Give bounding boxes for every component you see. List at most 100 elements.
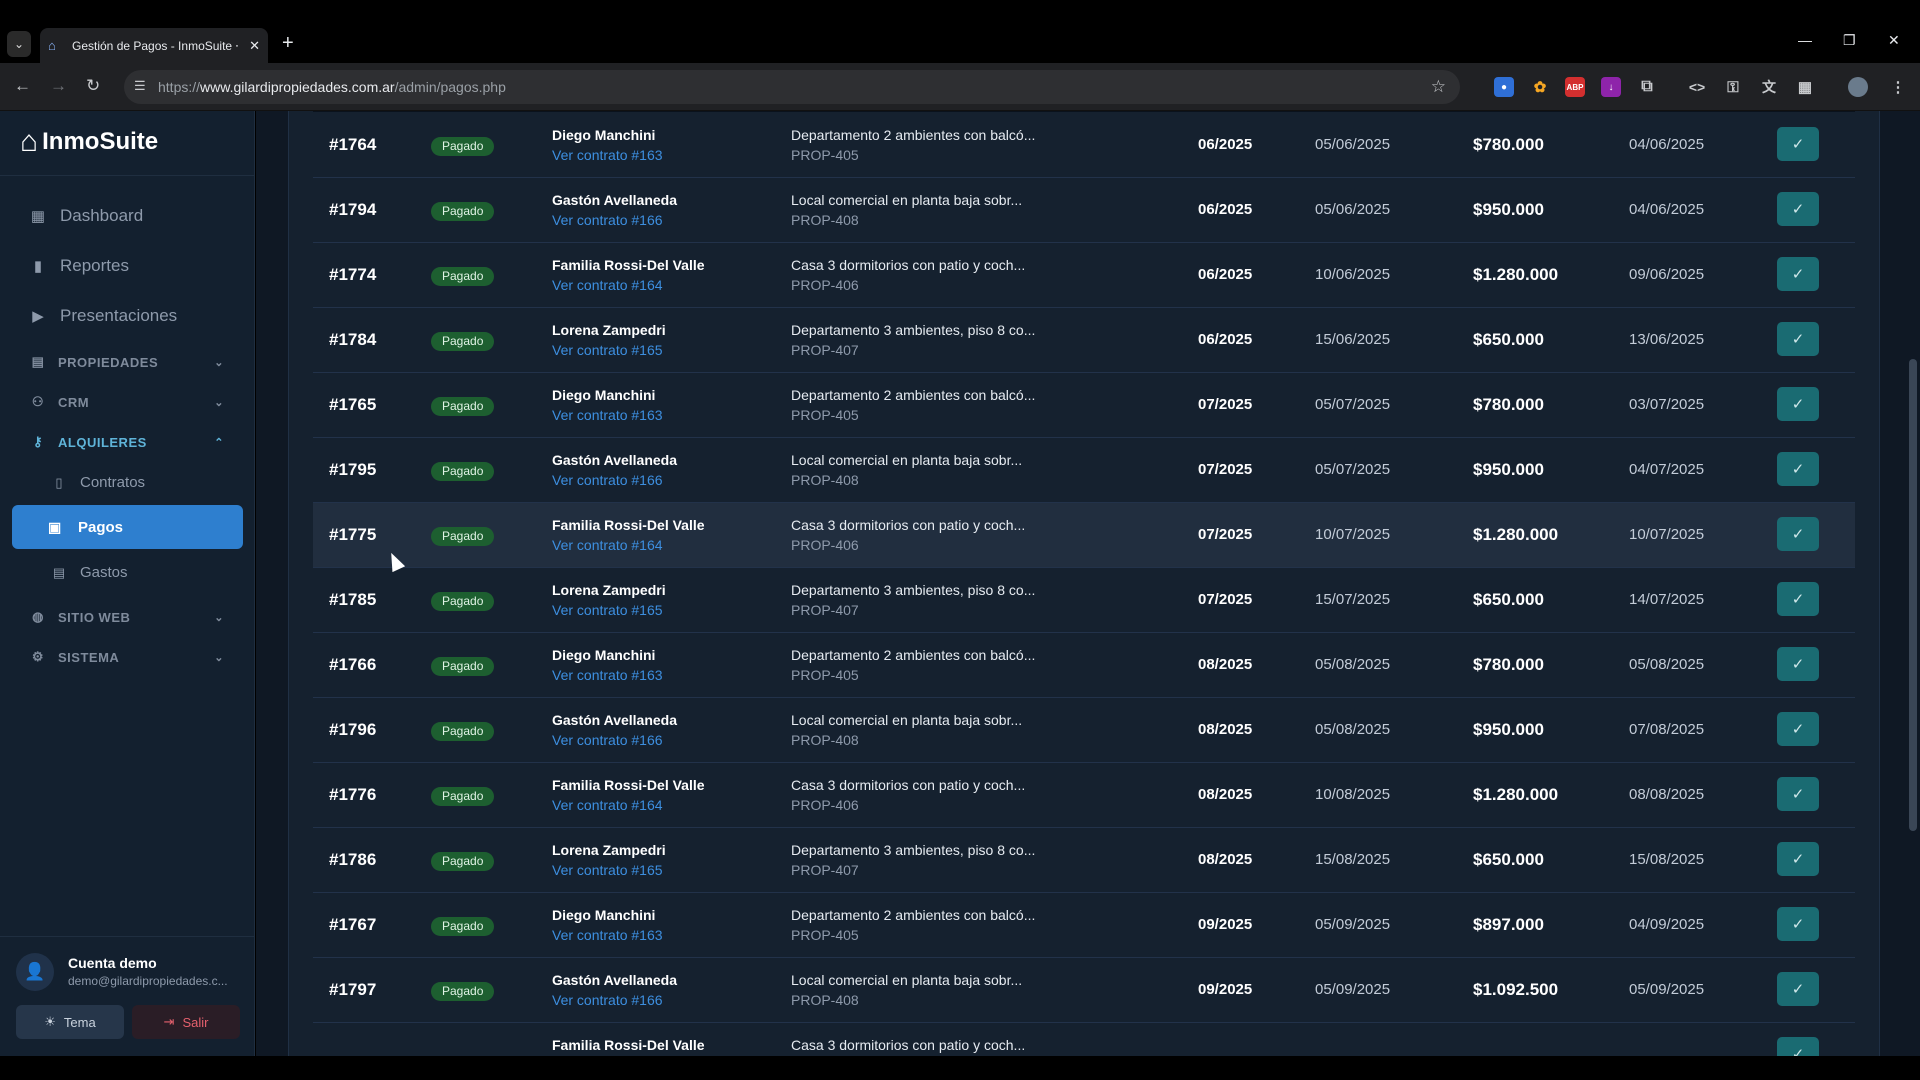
period: 06/2025: [1198, 136, 1253, 153]
due-date: 10/06/2025: [1315, 266, 1391, 283]
contract-link[interactable]: Ver contrato #163: [552, 147, 663, 163]
contract-link[interactable]: Ver contrato #164: [552, 277, 663, 293]
bookmark-star-icon[interactable]: ☆: [1431, 77, 1446, 97]
browser-tab-active[interactable]: ⌂ Gestión de Pagos - InmoSuite ⸱ ✕: [40, 28, 268, 63]
view-receipt-button[interactable]: ✓: [1777, 972, 1819, 1006]
sidebar-item-gastos[interactable]: ▤ Gastos: [50, 564, 128, 581]
table-row[interactable]: #1796 Pagado Gastón Avellaneda Ver contrato…: [313, 698, 1855, 763]
scrollbar-thumb[interactable]: [1909, 359, 1917, 831]
grid-icon: ▦: [30, 208, 46, 225]
property-name: Casa 3 dormitorios con patio y coch...: [791, 517, 1026, 533]
table-row[interactable]: #1786 Pagado Lorena Zampedri Ver contrato #…: [313, 828, 1855, 893]
contract-link[interactable]: Ver contrato #163: [552, 407, 663, 423]
contract-link[interactable]: Ver contrato #163: [552, 667, 663, 683]
back-icon[interactable]: ←: [14, 76, 31, 96]
contract-link[interactable]: Ver contrato #165: [552, 602, 663, 618]
view-receipt-button[interactable]: ✓: [1777, 192, 1819, 226]
minimize-icon[interactable]: —: [1798, 32, 1812, 48]
extensions-puzzle-icon[interactable]: ⧉: [1637, 77, 1657, 97]
table-row[interactable]: Familia Rossi-Del Valle Casa 3 dormitorio…: [313, 1023, 1855, 1056]
table-row[interactable]: #1764 Pagado Diego Manchini Ver contrato #1…: [313, 113, 1855, 178]
status-badge: Pagado: [431, 527, 495, 546]
view-receipt-button[interactable]: ✓: [1777, 842, 1819, 876]
sidebar-item-presentaciones[interactable]: ▶ Presentaciones: [28, 306, 177, 326]
extension-icon-2[interactable]: ✿: [1530, 77, 1550, 97]
contract-link[interactable]: Ver contrato #166: [552, 992, 663, 1008]
password-key-icon[interactable]: ⚿: [1723, 77, 1743, 97]
view-receipt-button[interactable]: ✓: [1777, 257, 1819, 291]
view-receipt-button[interactable]: ✓: [1777, 387, 1819, 421]
logout-button[interactable]: ⇥ Salir: [132, 1005, 240, 1039]
sun-icon: ☀: [44, 1014, 56, 1029]
address-bar[interactable]: ☰ https://www.gilardipropiedades.com.ar/…: [124, 70, 1460, 104]
view-receipt-button[interactable]: ✓: [1777, 517, 1819, 551]
sidebar-group-alquileres[interactable]: ⚷ ALQUILERES ⌃: [28, 434, 224, 450]
close-window-icon[interactable]: ✕: [1888, 32, 1900, 49]
contract-link[interactable]: Ver contrato #164: [552, 797, 663, 813]
reload-icon[interactable]: ↻: [86, 76, 100, 96]
sidebar-group-propiedades[interactable]: ▤ PROPIEDADES ⌄: [28, 354, 224, 370]
view-receipt-button[interactable]: ✓: [1777, 647, 1819, 681]
sidebar-item-contratos[interactable]: ▯ Contratos: [50, 474, 145, 491]
view-receipt-button[interactable]: ✓: [1777, 452, 1819, 486]
view-receipt-button[interactable]: ✓: [1777, 907, 1819, 941]
sidebar-group-crm[interactable]: ⚇ CRM ⌄: [28, 394, 224, 410]
scrollbar[interactable]: [1906, 111, 1920, 1056]
extension-icon-1[interactable]: ●: [1494, 77, 1514, 97]
table-row[interactable]: #1794 Pagado Gastón Avellaneda Ver contrato…: [313, 178, 1855, 243]
sidebar-item-dashboard[interactable]: ▦ Dashboard: [28, 206, 143, 226]
view-receipt-button[interactable]: ✓: [1777, 322, 1819, 356]
sidebar-group-sitio-web[interactable]: ◍ SITIO WEB ⌄: [28, 609, 224, 625]
globe-icon: ◍: [32, 609, 44, 624]
sidebar-item-reportes[interactable]: ▮ Reportes: [28, 256, 129, 276]
profile-avatar-icon[interactable]: [1848, 77, 1868, 97]
table-row[interactable]: #1795 Pagado Gastón Avellaneda Ver contrato…: [313, 438, 1855, 503]
sidebar-item-pagos[interactable]: ▣ Pagos: [12, 505, 243, 549]
extension-icon-4[interactable]: ↓: [1601, 77, 1621, 97]
browser-menu-icon[interactable]: ⋮: [1888, 77, 1908, 97]
table-row[interactable]: #1775 Pagado Familia Rossi-Del Valle Ver co…: [313, 503, 1855, 568]
contract-link[interactable]: Ver contrato #166: [552, 212, 663, 228]
contract-link[interactable]: Ver contrato #164: [552, 537, 663, 553]
contract-link[interactable]: Ver contrato #165: [552, 342, 663, 358]
table-row[interactable]: #1785 Pagado Lorena Zampedri Ver contrato #…: [313, 568, 1855, 633]
url-text[interactable]: https://www.gilardipropiedades.com.ar/ad…: [158, 79, 506, 95]
tab-close-icon[interactable]: ✕: [249, 38, 260, 54]
tenant-name: Lorena Zampedri: [552, 842, 666, 858]
adblock-extension-icon[interactable]: ABP: [1565, 77, 1585, 97]
view-receipt-button[interactable]: ✓: [1777, 582, 1819, 616]
table-row[interactable]: #1766 Pagado Diego Manchini Ver contrato #1…: [313, 633, 1855, 698]
forward-icon[interactable]: →: [50, 76, 67, 96]
table-row[interactable]: #1765 Pagado Diego Manchini Ver contrato #1…: [313, 373, 1855, 438]
devtools-code-icon[interactable]: <>: [1687, 77, 1707, 97]
browser-toolbar: ← → ↻ ☰ https://www.gilardipropiedades.c…: [0, 63, 1920, 111]
due-date: 05/06/2025: [1315, 201, 1391, 218]
table-row[interactable]: #1776 Pagado Familia Rossi-Del Valle Ver co…: [313, 763, 1855, 828]
apps-grid-icon[interactable]: ▦: [1795, 77, 1815, 97]
table-row[interactable]: #1774 Pagado Familia Rossi-Del Valle Ver co…: [313, 243, 1855, 308]
view-receipt-button[interactable]: ✓: [1777, 127, 1819, 161]
amount: $650.000: [1473, 590, 1544, 609]
sidebar-group-sistema[interactable]: ⚙ SISTEMA ⌄: [28, 649, 224, 665]
view-receipt-button[interactable]: ✓: [1777, 777, 1819, 811]
brand-logo[interactable]: ⌂ InmoSuite: [20, 125, 158, 159]
site-settings-icon[interactable]: ☰: [134, 78, 146, 94]
period: 08/2025: [1198, 786, 1253, 803]
payment-id: #1774: [329, 265, 377, 284]
table-row[interactable]: #1767 Pagado Diego Manchini Ver contrato #1…: [313, 893, 1855, 958]
view-receipt-button[interactable]: ✓: [1777, 1037, 1819, 1056]
new-tab-button[interactable]: +: [282, 32, 294, 55]
sidebar-item-label: Gastos: [80, 564, 128, 581]
table-row[interactable]: #1784 Pagado Lorena Zampedri Ver contrato #…: [313, 308, 1855, 373]
theme-button[interactable]: ☀ Tema: [16, 1005, 124, 1039]
table-row[interactable]: #1797 Pagado Gastón Avellaneda Ver contrato…: [313, 958, 1855, 1023]
tab-search-button[interactable]: ⌄: [7, 31, 31, 57]
translate-icon[interactable]: 文: [1759, 77, 1779, 97]
tenant-name: Familia Rossi-Del Valle: [552, 1037, 705, 1053]
contract-link[interactable]: Ver contrato #165: [552, 862, 663, 878]
contract-link[interactable]: Ver contrato #163: [552, 927, 663, 943]
view-receipt-button[interactable]: ✓: [1777, 712, 1819, 746]
restore-icon[interactable]: ❐: [1843, 32, 1856, 49]
contract-link[interactable]: Ver contrato #166: [552, 472, 663, 488]
contract-link[interactable]: Ver contrato #166: [552, 732, 663, 748]
